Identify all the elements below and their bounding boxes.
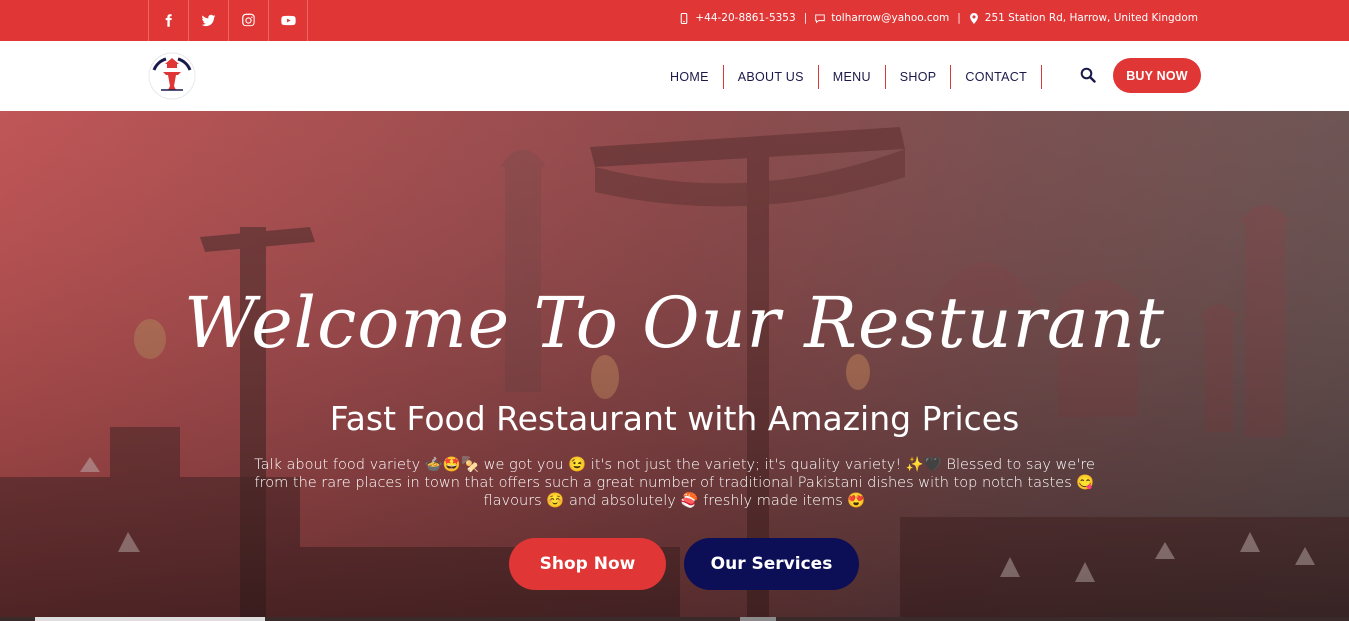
- divider: |: [957, 12, 961, 24]
- social-links: [148, 0, 308, 41]
- zigzag-divider: [0, 102, 1349, 107]
- nav-home[interactable]: HOME: [656, 65, 724, 89]
- bottom-edge-segment: [740, 617, 776, 621]
- buy-now-button[interactable]: BUY NOW: [1113, 58, 1201, 93]
- email-link[interactable]: tolharrow@yahoo.com: [831, 12, 949, 24]
- our-services-button[interactable]: Our Services: [684, 538, 859, 590]
- facebook-icon[interactable]: [148, 0, 188, 41]
- divider: |: [803, 12, 808, 24]
- location-pin-icon: [969, 12, 978, 24]
- hero-description: Talk about food variety 🍲🤩🍢 we got you 😉…: [254, 457, 1095, 509]
- address-text: 251 Station Rd, Harrow, United Kingdom: [984, 12, 1198, 24]
- hero-section: Welcome To Our Resturant Fast Food Resta…: [0, 107, 1349, 621]
- search-icon[interactable]: [1080, 67, 1096, 83]
- phone-number[interactable]: +44-20-8861-5353: [695, 12, 795, 24]
- hero-background-image: [0, 107, 1349, 621]
- nav-about-us[interactable]: ABOUT US: [724, 65, 819, 89]
- bottom-edge: [0, 617, 1349, 621]
- contact-info: +44-20-8861-5353 | tolharrow@yahoo.com |…: [679, 12, 1198, 24]
- top-bar: +44-20-8861-5353 | tolharrow@yahoo.com |…: [0, 0, 1349, 41]
- main-nav: HOME ABOUT US MENU SHOP CONTACT: [656, 65, 1043, 89]
- logo[interactable]: [146, 52, 198, 100]
- shop-now-button[interactable]: Shop Now: [509, 538, 666, 590]
- bottom-edge-segment: [35, 617, 265, 621]
- youtube-icon[interactable]: [268, 0, 308, 41]
- nav-contact[interactable]: CONTACT: [951, 65, 1043, 89]
- hero-title: Welcome To Our Resturant: [184, 282, 1165, 364]
- twitter-icon[interactable]: [188, 0, 228, 41]
- site-header: HOME ABOUT US MENU SHOP CONTACT BUY NOW: [0, 41, 1349, 111]
- hero-subtitle: Fast Food Restaurant with Amazing Prices: [329, 399, 1020, 438]
- phone-icon: [681, 12, 688, 24]
- chat-icon: [815, 13, 825, 23]
- instagram-icon[interactable]: [228, 0, 268, 41]
- nav-menu[interactable]: MENU: [819, 65, 886, 89]
- nav-shop[interactable]: SHOP: [886, 65, 952, 89]
